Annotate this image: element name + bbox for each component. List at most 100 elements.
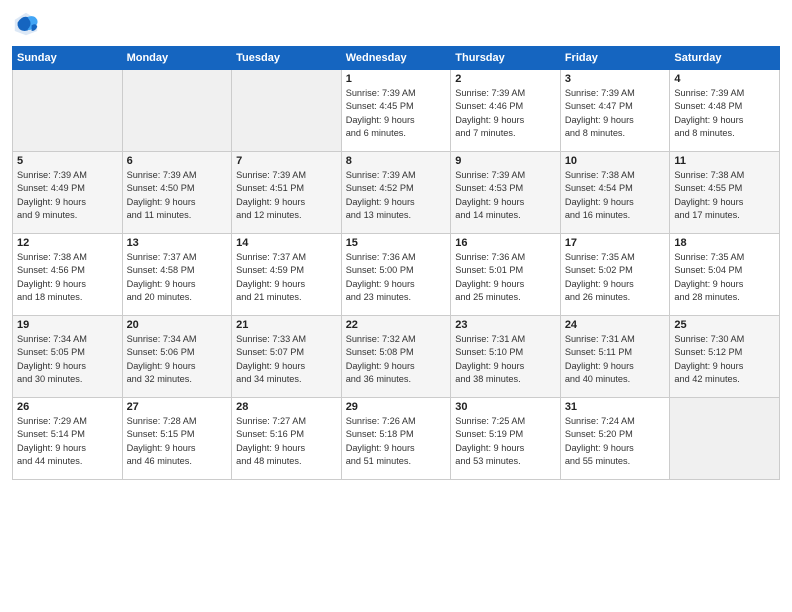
calendar-cell: 2 Sunrise: 7:39 AMSunset: 4:46 PMDaylight… — [451, 70, 561, 152]
calendar-cell: 7Sunrise: 7:39 AMSunset: 4:51 PMDaylight… — [232, 152, 342, 234]
calendar-cell: 5Sunrise: 7:39 AMSunset: 4:49 PMDaylight… — [13, 152, 123, 234]
week-row-3: 12 Sunrise: 7:38 AMSunset: 4:56 PMDayligh… — [13, 234, 780, 316]
calendar-cell: 15Sunrise: 7:36 AMSunset: 5:00 PMDayligh… — [341, 234, 451, 316]
calendar-cell: 29Sunrise: 7:26 AMSunset: 5:18 PMDayligh… — [341, 398, 451, 480]
day-number: 18 — [674, 237, 775, 249]
day-number: 7 — [236, 155, 337, 167]
day-header-wednesday: Wednesday — [341, 47, 451, 70]
calendar-cell: 23 Sunrise: 7:31 AMSunset: 5:10 PMDayligh… — [451, 316, 561, 398]
day-info: Sunrise: 7:36 AMSunset: 5:00 PMDaylight:… — [346, 251, 447, 304]
day-header-thursday: Thursday — [451, 47, 561, 70]
calendar-cell — [122, 70, 232, 152]
calendar-cell — [13, 70, 123, 152]
day-number: 28 — [236, 401, 337, 413]
day-number: 6 — [127, 155, 228, 167]
day-number: 2 — [455, 73, 556, 85]
day-info: Sunrise: 7:35 AMSunset: 5:02 PMDaylight:… — [565, 251, 666, 304]
calendar-cell: 4Sunrise: 7:39 AMSunset: 4:48 PMDaylight… — [670, 70, 780, 152]
calendar-cell: 30 Sunrise: 7:25 AMSunset: 5:19 PMDayligh… — [451, 398, 561, 480]
calendar-cell: 17 Sunrise: 7:35 AMSunset: 5:02 PMDayligh… — [560, 234, 670, 316]
day-number: 19 — [17, 319, 118, 331]
calendar-cell: 19 Sunrise: 7:34 AMSunset: 5:05 PMDayligh… — [13, 316, 123, 398]
calendar-cell — [232, 70, 342, 152]
week-row-2: 5Sunrise: 7:39 AMSunset: 4:49 PMDaylight… — [13, 152, 780, 234]
calendar-cell: 20Sunrise: 7:34 AMSunset: 5:06 PMDayligh… — [122, 316, 232, 398]
day-number: 25 — [674, 319, 775, 331]
calendar-cell: 28Sunrise: 7:27 AMSunset: 5:16 PMDayligh… — [232, 398, 342, 480]
calendar-body: 1 Sunrise: 7:39 AMSunset: 4:45 PMDaylight… — [13, 70, 780, 480]
day-info: Sunrise: 7:39 AMSunset: 4:53 PMDaylight:… — [455, 169, 556, 222]
calendar-cell: 10 Sunrise: 7:38 AMSunset: 4:54 PMDayligh… — [560, 152, 670, 234]
calendar-cell: 13Sunrise: 7:37 AMSunset: 4:58 PMDayligh… — [122, 234, 232, 316]
calendar-cell: 1 Sunrise: 7:39 AMSunset: 4:45 PMDaylight… — [341, 70, 451, 152]
day-header-sunday: Sunday — [13, 47, 123, 70]
day-info: Sunrise: 7:30 AMSunset: 5:12 PMDaylight:… — [674, 333, 775, 386]
day-info: Sunrise: 7:39 AMSunset: 4:46 PMDaylight:… — [455, 87, 556, 140]
calendar-cell: 26Sunrise: 7:29 AMSunset: 5:14 PMDayligh… — [13, 398, 123, 480]
day-number: 13 — [127, 237, 228, 249]
logo-icon — [12, 10, 40, 38]
day-number: 1 — [346, 73, 447, 85]
day-header-tuesday: Tuesday — [232, 47, 342, 70]
day-info: Sunrise: 7:24 AMSunset: 5:20 PMDaylight:… — [565, 415, 666, 468]
calendar-cell: 6 Sunrise: 7:39 AMSunset: 4:50 PMDaylight… — [122, 152, 232, 234]
calendar-table: SundayMondayTuesdayWednesdayThursdayFrid… — [12, 46, 780, 480]
day-number: 24 — [565, 319, 666, 331]
calendar-cell: 11Sunrise: 7:38 AMSunset: 4:55 PMDayligh… — [670, 152, 780, 234]
day-info: Sunrise: 7:25 AMSunset: 5:19 PMDaylight:… — [455, 415, 556, 468]
day-info: Sunrise: 7:31 AMSunset: 5:10 PMDaylight:… — [455, 333, 556, 386]
day-info: Sunrise: 7:36 AMSunset: 5:01 PMDaylight:… — [455, 251, 556, 304]
day-header-saturday: Saturday — [670, 47, 780, 70]
calendar-cell — [670, 398, 780, 480]
day-number: 12 — [17, 237, 118, 249]
calendar-cell: 22 Sunrise: 7:32 AMSunset: 5:08 PMDayligh… — [341, 316, 451, 398]
calendar-cell: 3 Sunrise: 7:39 AMSunset: 4:47 PMDaylight… — [560, 70, 670, 152]
day-number: 10 — [565, 155, 666, 167]
day-info: Sunrise: 7:39 AMSunset: 4:47 PMDaylight:… — [565, 87, 666, 140]
day-number: 29 — [346, 401, 447, 413]
day-info: Sunrise: 7:28 AMSunset: 5:15 PMDaylight:… — [127, 415, 228, 468]
week-row-4: 19 Sunrise: 7:34 AMSunset: 5:05 PMDayligh… — [13, 316, 780, 398]
day-number: 16 — [455, 237, 556, 249]
day-number: 9 — [455, 155, 556, 167]
calendar-cell: 14Sunrise: 7:37 AMSunset: 4:59 PMDayligh… — [232, 234, 342, 316]
day-number: 20 — [127, 319, 228, 331]
calendar-cell: 8Sunrise: 7:39 AMSunset: 4:52 PMDaylight… — [341, 152, 451, 234]
day-info: Sunrise: 7:32 AMSunset: 5:08 PMDaylight:… — [346, 333, 447, 386]
day-info: Sunrise: 7:35 AMSunset: 5:04 PMDaylight:… — [674, 251, 775, 304]
calendar-cell: 31 Sunrise: 7:24 AMSunset: 5:20 PMDayligh… — [560, 398, 670, 480]
logo — [12, 10, 44, 38]
day-info: Sunrise: 7:33 AMSunset: 5:07 PMDaylight:… — [236, 333, 337, 386]
calendar-cell: 12 Sunrise: 7:38 AMSunset: 4:56 PMDayligh… — [13, 234, 123, 316]
week-row-5: 26Sunrise: 7:29 AMSunset: 5:14 PMDayligh… — [13, 398, 780, 480]
day-info: Sunrise: 7:38 AMSunset: 4:55 PMDaylight:… — [674, 169, 775, 222]
day-header-friday: Friday — [560, 47, 670, 70]
day-number: 4 — [674, 73, 775, 85]
week-row-1: 1 Sunrise: 7:39 AMSunset: 4:45 PMDaylight… — [13, 70, 780, 152]
day-info: Sunrise: 7:38 AMSunset: 4:54 PMDaylight:… — [565, 169, 666, 222]
day-number: 17 — [565, 237, 666, 249]
day-info: Sunrise: 7:39 AMSunset: 4:45 PMDaylight:… — [346, 87, 447, 140]
day-number: 14 — [236, 237, 337, 249]
day-number: 8 — [346, 155, 447, 167]
day-number: 26 — [17, 401, 118, 413]
day-info: Sunrise: 7:34 AMSunset: 5:05 PMDaylight:… — [17, 333, 118, 386]
day-info: Sunrise: 7:39 AMSunset: 4:50 PMDaylight:… — [127, 169, 228, 222]
day-number: 3 — [565, 73, 666, 85]
day-info: Sunrise: 7:38 AMSunset: 4:56 PMDaylight:… — [17, 251, 118, 304]
day-number: 30 — [455, 401, 556, 413]
day-number: 22 — [346, 319, 447, 331]
day-number: 23 — [455, 319, 556, 331]
page-header — [12, 10, 780, 38]
calendar-cell: 16 Sunrise: 7:36 AMSunset: 5:01 PMDayligh… — [451, 234, 561, 316]
calendar-cell: 9 Sunrise: 7:39 AMSunset: 4:53 PMDaylight… — [451, 152, 561, 234]
page-container: SundayMondayTuesdayWednesdayThursdayFrid… — [0, 0, 792, 488]
day-number: 5 — [17, 155, 118, 167]
day-number: 31 — [565, 401, 666, 413]
calendar-cell: 27 Sunrise: 7:28 AMSunset: 5:15 PMDayligh… — [122, 398, 232, 480]
day-number: 21 — [236, 319, 337, 331]
calendar-cell: 25 Sunrise: 7:30 AMSunset: 5:12 PMDayligh… — [670, 316, 780, 398]
day-header-monday: Monday — [122, 47, 232, 70]
day-number: 27 — [127, 401, 228, 413]
day-info: Sunrise: 7:31 AMSunset: 5:11 PMDaylight:… — [565, 333, 666, 386]
